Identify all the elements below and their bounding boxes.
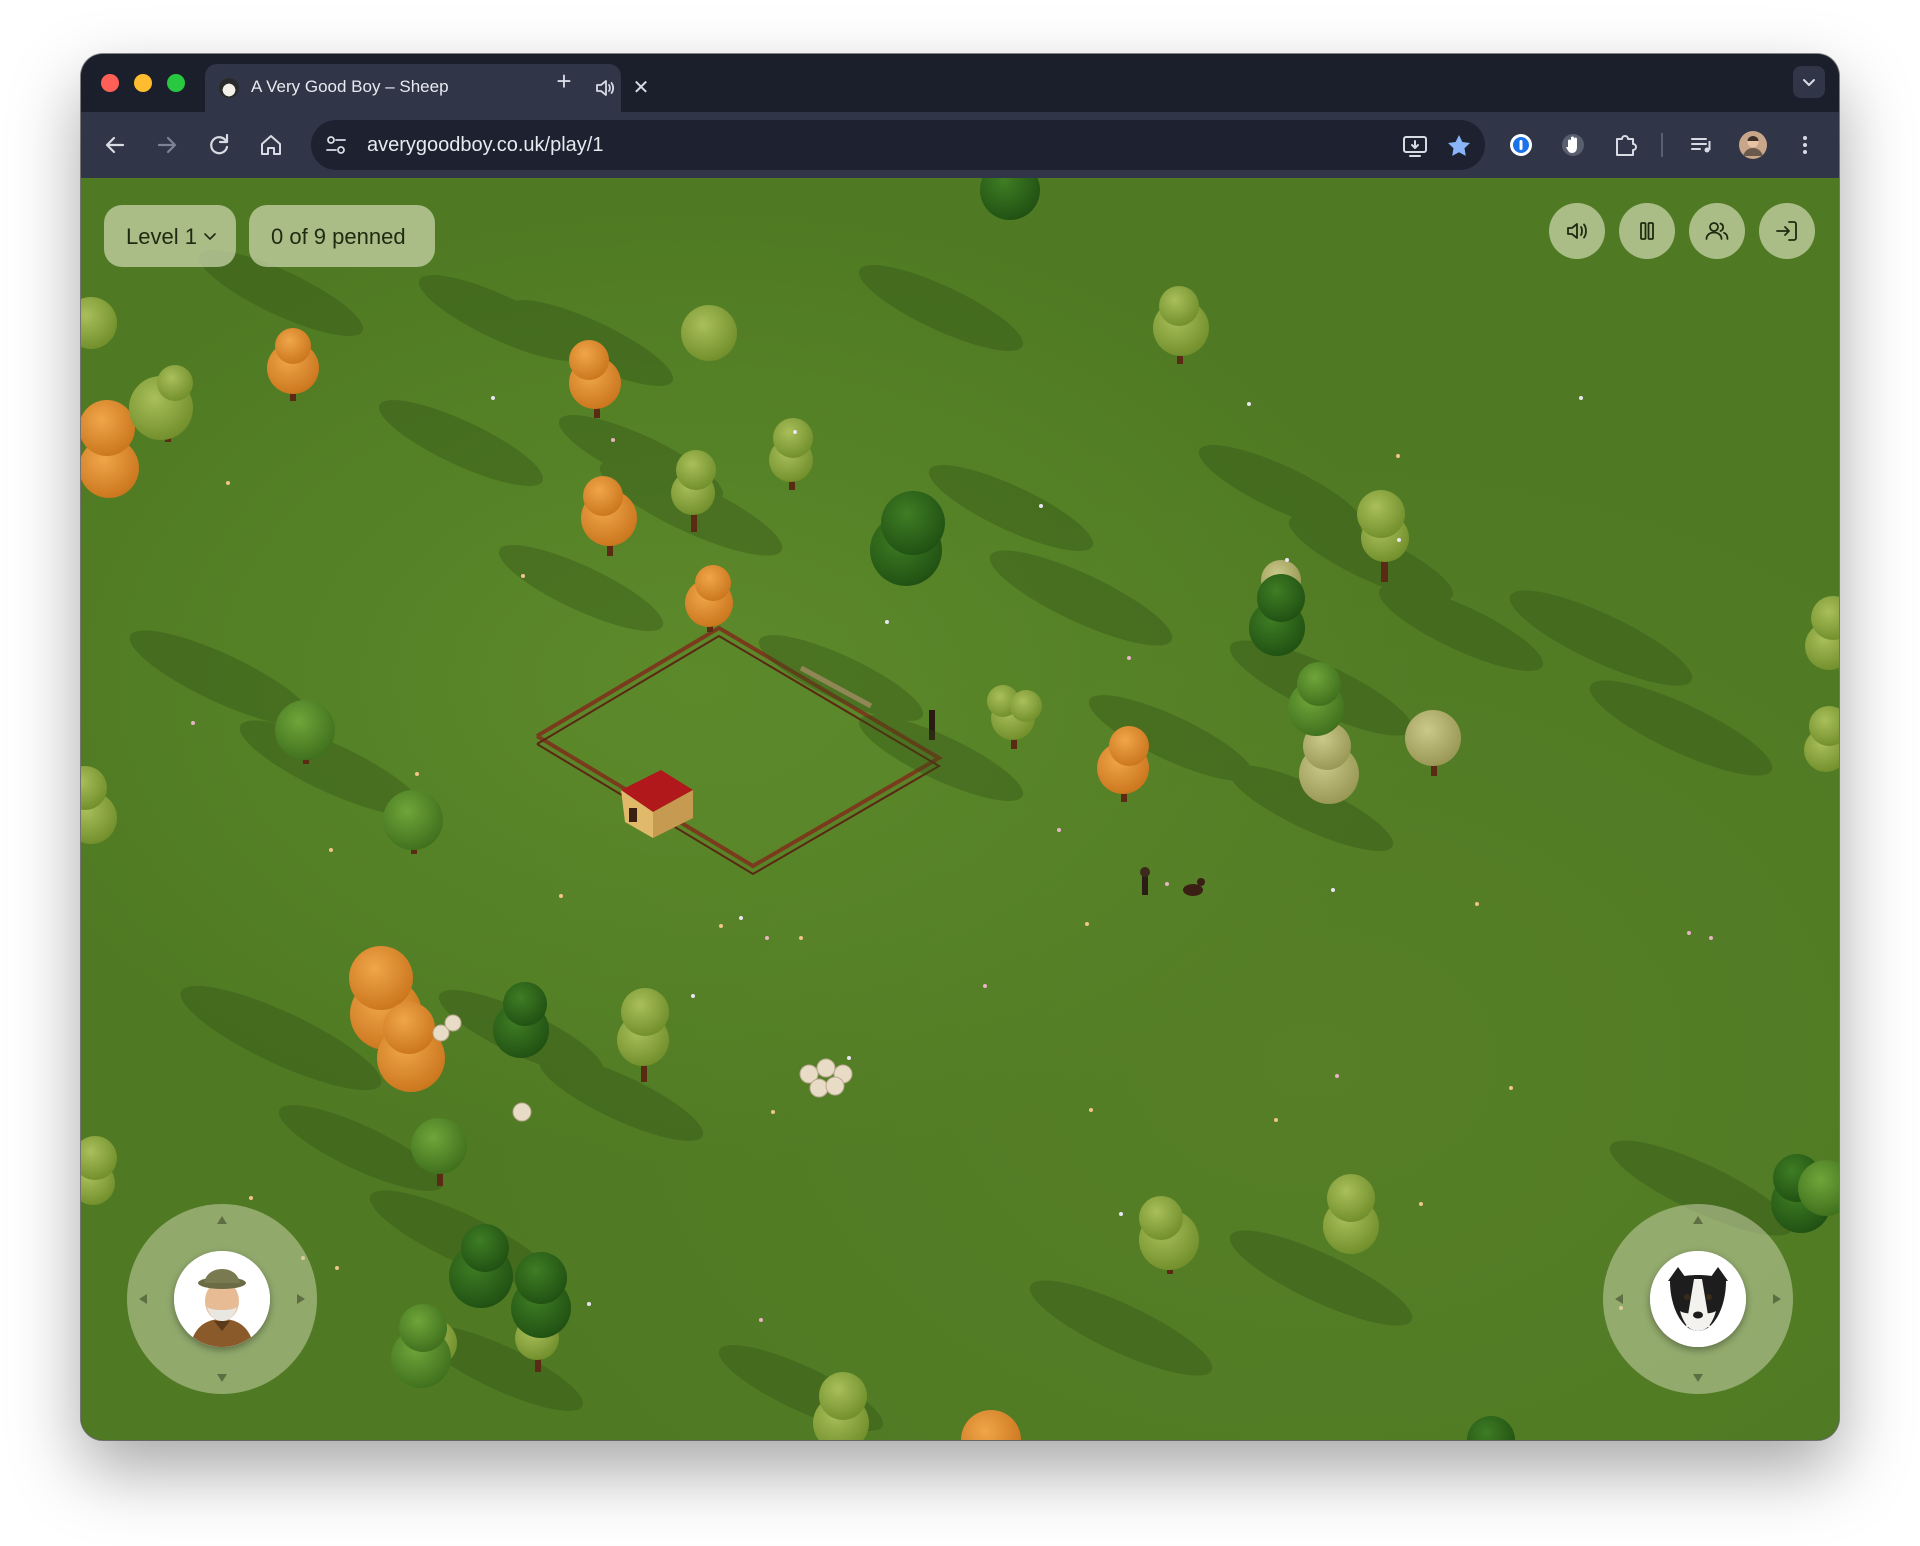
farmer-portrait-icon — [174, 1251, 270, 1347]
hand-icon — [1562, 134, 1584, 156]
avatar[interactable] — [1737, 129, 1769, 161]
arrow-right-icon — [297, 1294, 305, 1304]
maximize-window-button[interactable] — [167, 74, 185, 92]
browser-window: A Very Good Boy – Sheep ✕ + averygoodboy… — [81, 54, 1839, 1440]
back-arrow-icon — [105, 136, 125, 154]
tree-shadows — [129, 250, 1793, 1431]
penned-counter: 0 of 9 penned — [249, 205, 435, 267]
extensions-button[interactable] — [1609, 129, 1641, 161]
toolbar-divider — [1661, 133, 1663, 157]
minimize-window-button[interactable] — [134, 74, 152, 92]
sheep-pen — [535, 625, 943, 876]
game-scene[interactable] — [81, 178, 1839, 1440]
hand-extension-button[interactable] — [1557, 129, 1589, 161]
game-viewport[interactable]: Level 1 0 of 9 penned — [81, 178, 1839, 1440]
pause-button[interactable] — [1619, 203, 1675, 259]
arrow-left-icon — [1615, 1294, 1623, 1304]
reload-button[interactable] — [203, 129, 235, 161]
kebab-menu-icon — [1803, 136, 1807, 154]
media-queue-icon — [1691, 138, 1711, 153]
home-button[interactable] — [255, 129, 287, 161]
arrow-up-icon — [217, 1216, 227, 1224]
forward-arrow-icon — [157, 136, 177, 154]
puzzle-icon — [1616, 135, 1637, 156]
star-icon[interactable] — [1445, 132, 1473, 160]
forward-button[interactable] — [151, 129, 183, 161]
home-icon — [261, 135, 281, 155]
farmer-joystick[interactable] — [127, 1204, 317, 1394]
sound-button[interactable] — [1549, 203, 1605, 259]
chevron-down-icon — [1803, 79, 1815, 86]
people-icon — [1705, 222, 1729, 240]
arrow-down-icon — [217, 1374, 227, 1382]
dog-joystick[interactable] — [1603, 1204, 1793, 1394]
level-selector[interactable]: Level 1 — [104, 205, 236, 267]
arrow-up-icon — [1693, 1216, 1703, 1224]
browser-menu-button[interactable] — [1789, 129, 1821, 161]
title-bar: A Very Good Boy – Sheep ✕ + — [81, 54, 1839, 112]
tab-search-button[interactable] — [1793, 66, 1825, 98]
dog-character[interactable] — [1183, 878, 1205, 896]
browser-toolbar: averygoodboy.co.uk/play/1 — [81, 112, 1839, 178]
speaker-icon[interactable] — [593, 76, 617, 100]
address-bar[interactable]: averygoodboy.co.uk/play/1 — [311, 120, 1485, 170]
new-tab-button[interactable]: + — [549, 66, 579, 96]
exit-icon — [1776, 221, 1797, 241]
password-manager-button[interactable] — [1505, 129, 1537, 161]
farmer-character[interactable] — [1140, 867, 1150, 895]
back-button[interactable] — [99, 129, 131, 161]
level-label: Level 1 — [126, 224, 197, 249]
penned-label: 0 of 9 penned — [271, 224, 406, 249]
exit-button[interactable] — [1759, 203, 1815, 259]
multiplayer-button[interactable] — [1689, 203, 1745, 259]
password-manager-icon — [1510, 134, 1532, 156]
reload-icon — [210, 133, 229, 155]
chevron-down-icon — [204, 233, 216, 240]
tab-title: A Very Good Boy – Sheep — [251, 77, 449, 96]
pause-icon — [1640, 222, 1654, 240]
dog-avatar[interactable] — [1650, 1251, 1746, 1347]
dog-favicon-icon — [219, 78, 239, 98]
url-text[interactable]: averygoodboy.co.uk/play/1 — [367, 134, 603, 157]
arrow-down-icon — [1693, 1374, 1703, 1382]
install-app-icon[interactable] — [1401, 132, 1429, 160]
tune-icon[interactable] — [323, 132, 349, 158]
farmer-avatar[interactable] — [174, 1251, 270, 1347]
media-queue-button[interactable] — [1685, 129, 1717, 161]
profile-photo-icon — [1739, 131, 1767, 159]
close-window-button[interactable] — [101, 74, 119, 92]
arrow-left-icon — [139, 1294, 147, 1304]
trees — [81, 178, 1839, 1440]
sound-icon — [1567, 223, 1587, 239]
dog-portrait-icon — [1650, 1251, 1746, 1347]
arrow-right-icon — [1773, 1294, 1781, 1304]
close-tab-button[interactable]: ✕ — [629, 76, 653, 100]
